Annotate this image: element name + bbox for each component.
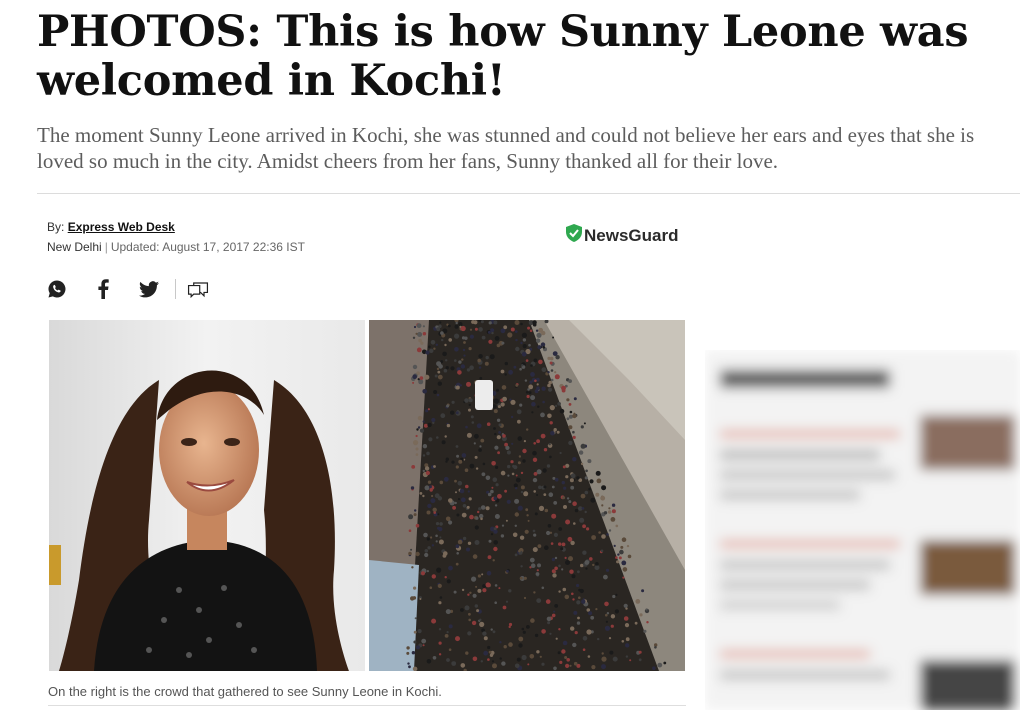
by-label: By: xyxy=(47,220,65,234)
share-divider xyxy=(175,279,176,299)
article-headline: PHOTOS: This is how Sunny Leone was welc… xyxy=(37,7,969,106)
shield-check-icon xyxy=(566,224,582,247)
whatsapp-icon[interactable] xyxy=(45,277,69,301)
twitter-icon[interactable] xyxy=(137,277,161,301)
newsguard-badge[interactable]: NewsGuard xyxy=(566,224,678,247)
crowd-photo xyxy=(369,320,685,671)
byline: By: Express Web Desk New Delhi | Updated: … xyxy=(47,217,305,257)
divider xyxy=(37,193,1020,194)
portrait-photo xyxy=(49,320,365,671)
image-caption: On the right is the crowd that gathered … xyxy=(48,684,686,706)
updated-timestamp: Updated: August 17, 2017 22:36 IST xyxy=(110,240,305,254)
social-share-bar xyxy=(45,277,210,301)
article-standfirst: The moment Sunny Leone arrived in Kochi,… xyxy=(37,123,975,173)
article-image xyxy=(48,320,686,672)
dateline-location: New Delhi xyxy=(47,240,102,254)
sidebar-blurred xyxy=(705,350,1020,710)
newsguard-label: NewsGuard xyxy=(584,225,679,245)
byline-separator: | xyxy=(104,240,108,254)
author-link[interactable]: Express Web Desk xyxy=(68,220,175,234)
facebook-icon[interactable] xyxy=(91,277,115,301)
comments-icon[interactable] xyxy=(186,277,210,301)
